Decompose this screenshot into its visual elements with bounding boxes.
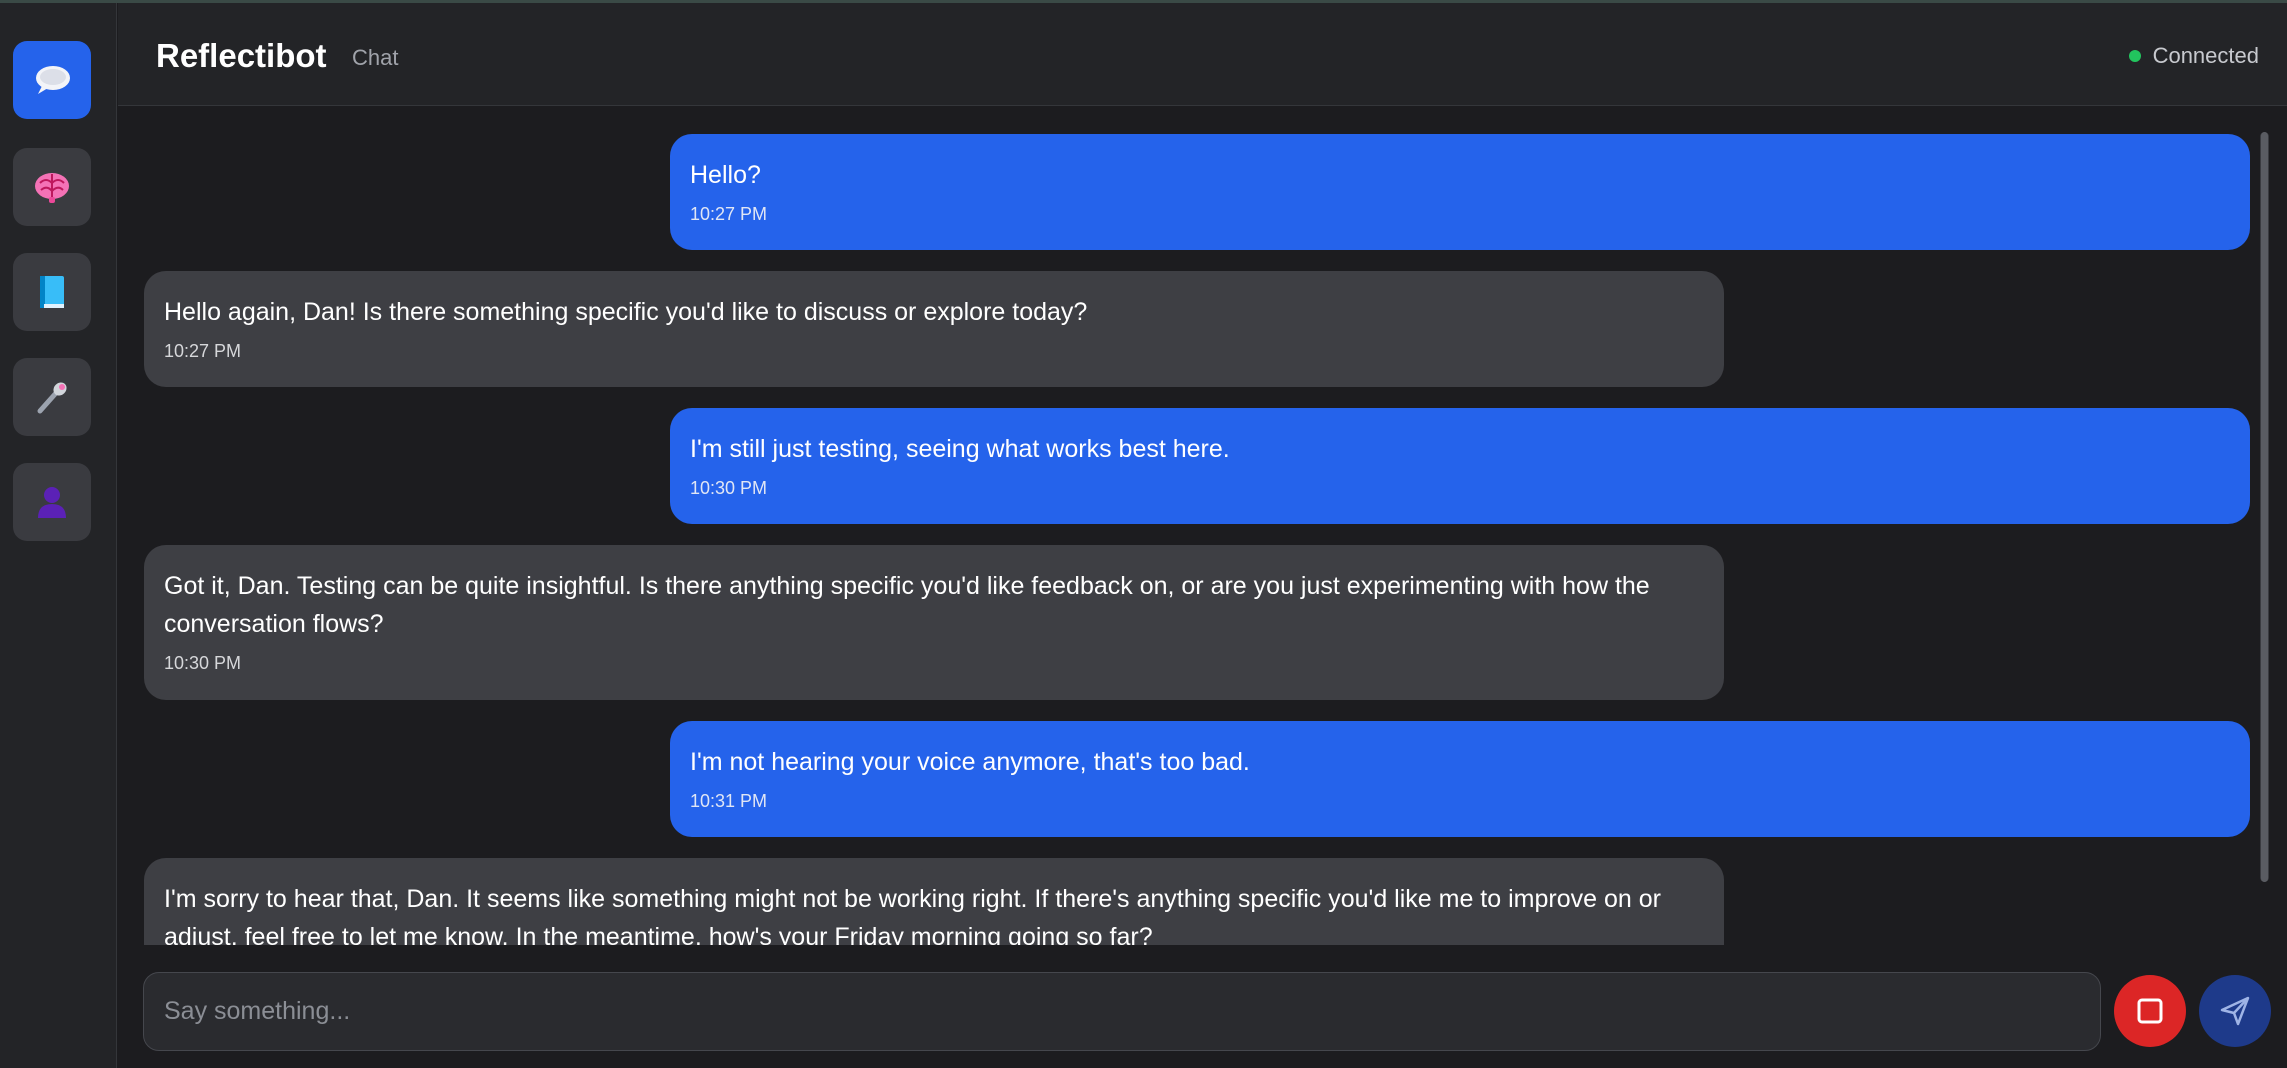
sidebar-item-brain[interactable] bbox=[13, 148, 91, 226]
sidebar-item-profile[interactable] bbox=[13, 463, 91, 541]
book-icon bbox=[40, 276, 64, 308]
message-time: 10:30 PM bbox=[690, 478, 768, 498]
message-text: I'm sorry to hear that, Dan. It seems li… bbox=[164, 885, 1661, 945]
message-time: 10:27 PM bbox=[690, 204, 768, 224]
scrollbar-thumb[interactable] bbox=[2261, 132, 2268, 882]
message-text: I'm not hearing your voice anymore, that… bbox=[690, 748, 1250, 776]
status-dot-icon bbox=[2128, 50, 2141, 62]
message-text: Hello? bbox=[690, 161, 761, 189]
message-bot: Hello again, Dan! Is there something spe… bbox=[144, 271, 1724, 387]
message-list[interactable]: Hello? 10:27 PM Hello again, Dan! Is the… bbox=[118, 107, 2268, 945]
message-composer bbox=[143, 972, 2101, 1051]
microphone-icon bbox=[37, 382, 67, 414]
message-bot: Got it, Dan. Testing can be quite insigh… bbox=[144, 545, 1724, 700]
user-silhouette-icon bbox=[38, 487, 66, 518]
message-input[interactable] bbox=[164, 997, 2080, 1026]
message-time: 10:30 PM bbox=[164, 653, 242, 673]
stop-button[interactable] bbox=[2114, 975, 2186, 1047]
sidebar-item-microphone[interactable] bbox=[13, 358, 91, 436]
message-user: I'm still just testing, seeing what work… bbox=[670, 408, 2250, 524]
speech-bubble-icon bbox=[36, 66, 70, 94]
stop-square-icon bbox=[2137, 998, 2163, 1024]
app-header: Reflectibot Chat Connected bbox=[118, 3, 2287, 106]
app-title: Reflectibot bbox=[156, 37, 327, 74]
brain-icon bbox=[35, 173, 69, 203]
sidebar bbox=[0, 3, 117, 1068]
message-user: Hello? 10:27 PM bbox=[670, 134, 2250, 250]
sidebar-item-journal[interactable] bbox=[13, 253, 91, 331]
page-subtitle: Chat bbox=[352, 45, 399, 70]
message-text: Got it, Dan. Testing can be quite insigh… bbox=[164, 572, 1650, 638]
message-time: 10:31 PM bbox=[690, 791, 768, 811]
connection-status: Connected bbox=[2128, 43, 2259, 69]
message-text: Hello again, Dan! Is there something spe… bbox=[164, 298, 1088, 326]
message-time: 10:27 PM bbox=[164, 341, 242, 361]
sidebar-item-chat[interactable] bbox=[13, 41, 91, 119]
send-button[interactable] bbox=[2199, 975, 2271, 1047]
message-user: I'm not hearing your voice anymore, that… bbox=[670, 721, 2250, 837]
paper-plane-icon bbox=[2220, 996, 2250, 1026]
message-bot: I'm sorry to hear that, Dan. It seems li… bbox=[144, 858, 1724, 945]
status-label: Connected bbox=[2152, 43, 2259, 68]
message-text: I'm still just testing, seeing what work… bbox=[690, 435, 1230, 463]
